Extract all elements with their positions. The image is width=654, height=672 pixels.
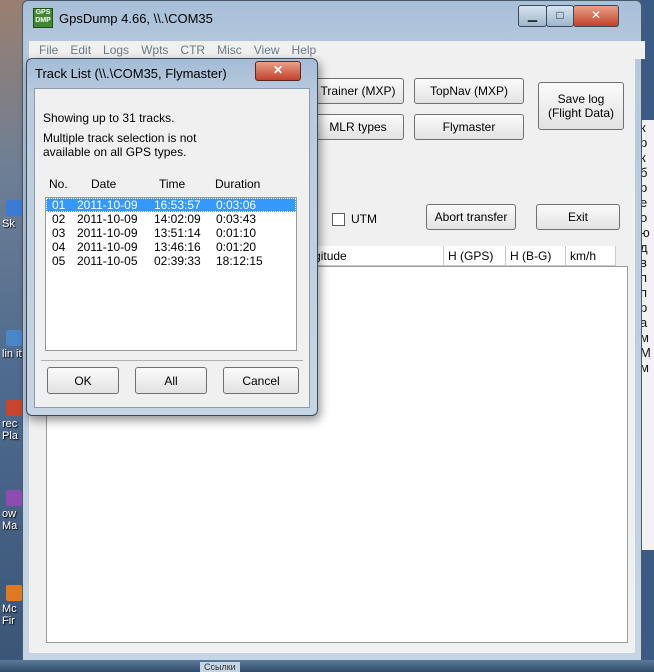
- track-row-selected[interactable]: 01 2011-10-09 16:53:57 0:03:06: [46, 198, 296, 212]
- menu-misc[interactable]: Misc: [217, 43, 242, 57]
- exit-button[interactable]: Exit: [536, 204, 620, 230]
- maximize-button[interactable]: □: [546, 5, 574, 27]
- header-no: No.: [49, 177, 68, 191]
- menu-file[interactable]: File: [39, 43, 58, 57]
- trainer-mxp-button[interactable]: Trainer (MXP): [312, 78, 404, 104]
- column-kmh[interactable]: km/h: [566, 246, 616, 266]
- menu-bar: File Edit Logs Wpts CTR Misc View Help: [29, 41, 645, 59]
- dialog-separator: [41, 360, 303, 361]
- shortcut-icon: [6, 400, 22, 416]
- flymaster-button[interactable]: Flymaster: [414, 114, 524, 140]
- minimize-icon: ▁: [527, 8, 538, 22]
- header-duration: Duration: [215, 177, 261, 191]
- background-window-text: к р к б р е о ю д в п п р а м М м: [640, 120, 654, 550]
- topnav-mxp-button[interactable]: TopNav (MXP): [414, 78, 524, 104]
- data-grid-header: Longitude H (GPS) H (B-G) km/h: [290, 246, 616, 266]
- window-title: GpsDump 4.66, \\.\COM35: [59, 10, 213, 26]
- dialog-title: Track List (\\.\COM35, Flymaster): [35, 66, 227, 81]
- multi-select-note-line2: available on all GPS types.: [43, 145, 187, 159]
- close-button[interactable]: ✕: [573, 5, 619, 27]
- utm-label: UTM: [351, 212, 377, 226]
- shortcut-icon: [6, 330, 22, 346]
- header-time: Time: [159, 177, 186, 191]
- track-row[interactable]: 03 2011-10-09 13:51:14 0:01:10: [46, 226, 296, 240]
- track-row[interactable]: 02 2011-10-09 14:02:09 0:03:43: [46, 212, 296, 226]
- mlr-types-button[interactable]: MLR types: [312, 114, 404, 140]
- taskbar: [0, 660, 654, 672]
- menu-view[interactable]: View: [254, 43, 280, 57]
- column-h-bg[interactable]: H (B-G): [506, 246, 566, 266]
- checkbox-box: [332, 212, 345, 226]
- cancel-button[interactable]: Cancel: [223, 367, 299, 394]
- all-button[interactable]: All: [135, 367, 207, 394]
- shortcut-icon: [6, 200, 22, 216]
- dialog-close-button[interactable]: ✕: [255, 61, 301, 81]
- menu-help[interactable]: Help: [292, 43, 317, 57]
- taskbar-item[interactable]: Ссылки: [200, 662, 240, 672]
- maximize-icon: □: [556, 8, 564, 22]
- close-icon: ✕: [272, 63, 284, 77]
- column-h-gps[interactable]: H (GPS): [444, 246, 506, 266]
- close-icon: ✕: [590, 8, 602, 22]
- minimize-button[interactable]: ▁: [518, 5, 547, 27]
- ok-button[interactable]: OK: [47, 367, 119, 394]
- abort-transfer-button[interactable]: Abort transfer: [426, 204, 516, 230]
- shortcut-icon: [6, 490, 22, 506]
- save-log-button[interactable]: Save log (Flight Data): [538, 82, 624, 130]
- menu-wpts[interactable]: Wpts: [141, 43, 168, 57]
- multi-select-note-line1: Multiple track selection is not: [43, 131, 197, 145]
- header-date: Date: [91, 177, 117, 191]
- gpsdump-logo-icon: GPS DMP: [33, 8, 53, 28]
- menu-logs[interactable]: Logs: [103, 43, 129, 57]
- track-row[interactable]: 05 2011-10-05 02:39:33 18:12:15: [46, 254, 296, 268]
- menu-ctr[interactable]: CTR: [180, 43, 205, 57]
- track-list[interactable]: 01 2011-10-09 16:53:57 0:03:06 02 2011-10-09…: [45, 197, 297, 351]
- menu-edit[interactable]: Edit: [70, 43, 91, 57]
- track-row[interactable]: 04 2011-10-09 13:46:16 0:01:20: [46, 240, 296, 254]
- title-bar: GPS DMP GpsDump 4.66, \\.\COM35: [33, 7, 213, 29]
- shortcut-icon: [6, 585, 22, 601]
- utm-checkbox[interactable]: UTM: [332, 212, 377, 226]
- showing-tracks-text: Showing up to 31 tracks.: [43, 111, 175, 125]
- track-list-dialog: Track List (\\.\COM35, Flymaster) ✕ Show…: [26, 58, 318, 416]
